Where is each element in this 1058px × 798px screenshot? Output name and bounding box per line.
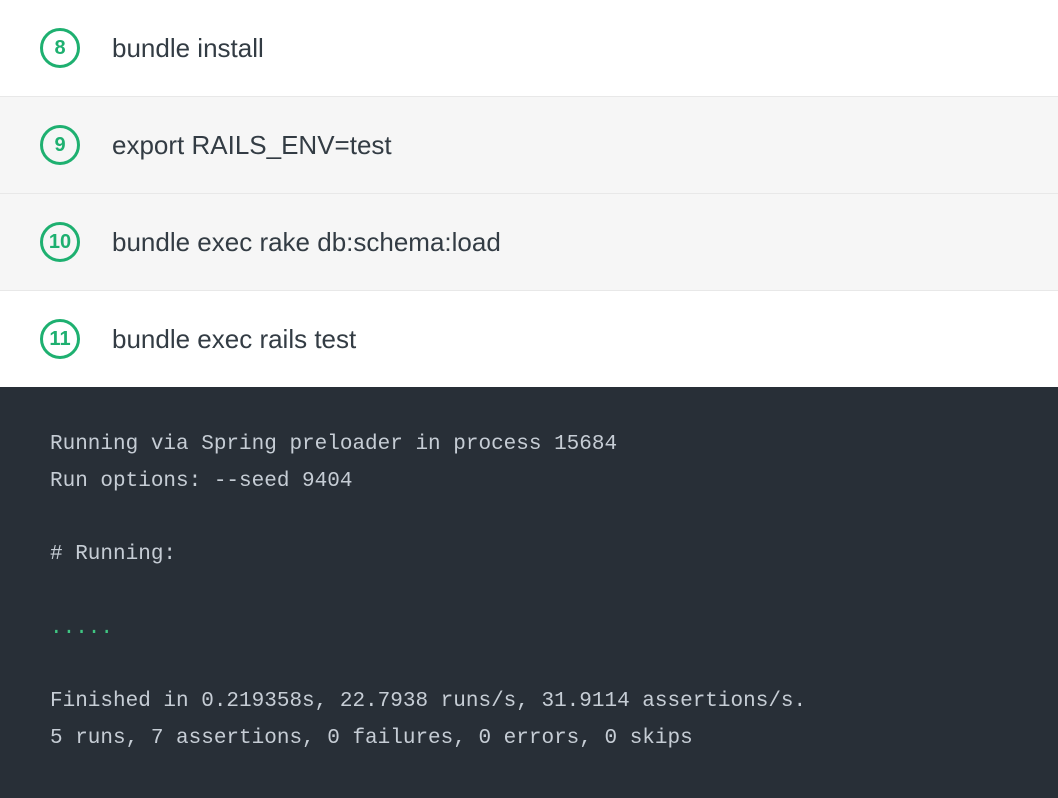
step-number: 9 xyxy=(54,134,65,157)
terminal-output: Running via Spring preloader in process … xyxy=(0,387,1058,798)
step-number-badge: 11 xyxy=(40,319,80,359)
step-number-badge: 8 xyxy=(40,28,80,68)
step-number: 10 xyxy=(49,231,71,254)
terminal-line: Running via Spring preloader in process … xyxy=(50,433,617,456)
terminal-line: Finished in 0.219358s, 22.7938 runs/s, 3… xyxy=(50,690,806,713)
build-step-11[interactable]: 11 bundle exec rails test xyxy=(0,291,1058,387)
build-step-9[interactable]: 9 export RAILS_ENV=test xyxy=(0,97,1058,194)
terminal-progress-dots: ..... xyxy=(50,617,113,640)
terminal-line: # Running: xyxy=(50,543,176,566)
step-label: export RAILS_ENV=test xyxy=(112,130,392,161)
terminal-line: 5 runs, 7 assertions, 0 failures, 0 erro… xyxy=(50,727,693,750)
build-step-8[interactable]: 8 bundle install xyxy=(0,0,1058,97)
step-label: bundle exec rake db:schema:load xyxy=(112,227,501,258)
build-step-10[interactable]: 10 bundle exec rake db:schema:load xyxy=(0,194,1058,291)
step-number-badge: 10 xyxy=(40,222,80,262)
step-number: 11 xyxy=(49,328,70,351)
terminal-line: Run options: --seed 9404 xyxy=(50,470,352,493)
step-number-badge: 9 xyxy=(40,125,80,165)
step-number: 8 xyxy=(54,37,65,60)
step-label: bundle install xyxy=(112,33,264,64)
step-label: bundle exec rails test xyxy=(112,324,356,355)
